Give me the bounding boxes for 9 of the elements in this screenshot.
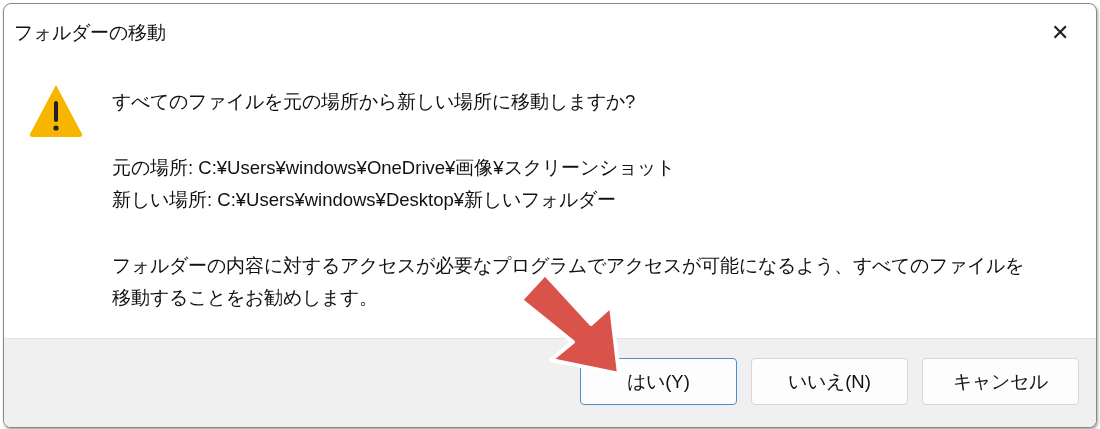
close-button[interactable]: ✕ — [1038, 13, 1082, 53]
recommendation-text: フォルダーの内容に対するアクセスが必要なプログラムでアクセスが可能になるよう、すべてのファイルを移動することをお勧めします。 — [112, 254, 1025, 310]
path-text: 新しい場所: C:¥Users¥windows¥Desktop¥新しいフォルダー — [112, 188, 618, 212]
path-text: 元の場所: C:¥Users¥windows¥OneDrive¥画像¥スクリーンショット — [112, 156, 676, 180]
dialog-button[interactable]: キャンセル — [922, 357, 1079, 405]
window-title: フォルダーの移動 — [14, 21, 166, 45]
dialog-button[interactable]: いいえ(N) — [751, 357, 908, 405]
dialog-button[interactable]: はい(Y) — [580, 357, 737, 405]
question-text: すべてのファイルを元の場所から新しい場所に移動しますか? — [112, 90, 637, 114]
